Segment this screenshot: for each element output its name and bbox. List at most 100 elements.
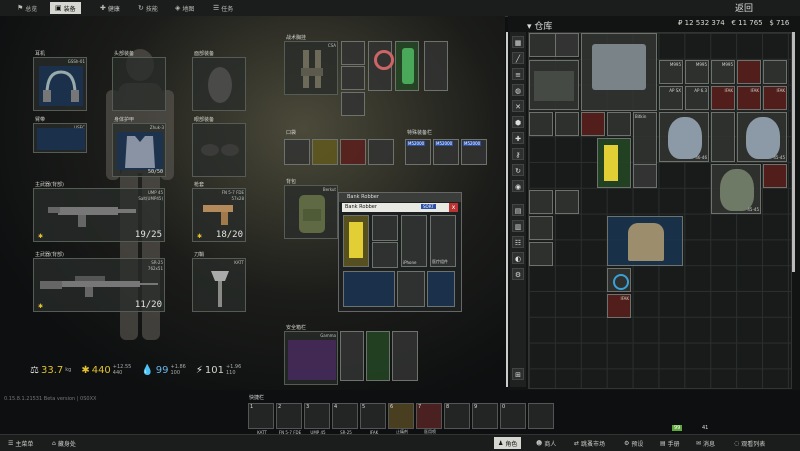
pocket-slot-4[interactable] (368, 139, 394, 165)
facecover-slot[interactable]: 面部装备 (192, 51, 246, 111)
back-button[interactable]: 返回 (735, 1, 753, 14)
stash-item-part-1[interactable] (529, 190, 553, 214)
filter-keys-icon[interactable]: ⚷ (512, 148, 524, 160)
grid-view-icon[interactable]: ⊞ (512, 368, 524, 380)
rig-item-tape[interactable] (368, 41, 394, 91)
secure-item-3[interactable] (392, 331, 418, 381)
tab-tasks[interactable]: ☰ 任务 (208, 2, 238, 14)
filter-food-icon[interactable]: ◉ (512, 180, 524, 192)
stash-item-weapon-case[interactable] (581, 33, 657, 111)
stash-item-meds[interactable] (555, 112, 579, 136)
quick-slot-3[interactable]: 3 UMP 45 (304, 403, 330, 435)
special-slot-2[interactable]: M52000 (433, 139, 459, 165)
stash-item-part-2[interactable] (555, 190, 579, 214)
stash-item-pills[interactable] (737, 60, 761, 84)
earpiece-slot[interactable]: 耳机 GSSh-01 (33, 51, 87, 111)
main-menu-button[interactable]: ☰ 主菜单 (4, 437, 37, 449)
stash-item-ammo-crate[interactable] (529, 60, 579, 110)
pocket-slot-3[interactable] (340, 139, 366, 165)
traders-button[interactable]: ☻ 商人 (532, 437, 560, 449)
popup-item-tools[interactable] (343, 271, 395, 307)
character-button[interactable]: ♟ 角色 (494, 437, 522, 449)
popup-item-2[interactable] (372, 242, 398, 268)
filter-all-icon[interactable]: ▦ (512, 36, 524, 48)
popup-item-gold[interactable] (343, 215, 369, 267)
quick-slot-4[interactable]: 4 SR-25 (332, 403, 358, 435)
tab-map[interactable]: ◈ 地图 (170, 2, 199, 14)
stash-item-tape-blue[interactable] (607, 268, 631, 292)
filter-electronics-icon[interactable]: ⚙ (512, 268, 524, 280)
headwear-slot[interactable]: 头部装备 (112, 51, 166, 111)
popup-item-6[interactable] (427, 271, 455, 307)
secondary-weapon-slot[interactable]: 主武器(背部) SR-25 762x51 ✱ 11/20 (33, 252, 165, 312)
stash-item-ammo-5[interactable]: AP 6.3 (685, 86, 709, 110)
stash-item-fuel[interactable] (711, 112, 735, 162)
quick-slot-10[interactable]: 0 (500, 403, 526, 429)
melee-slot[interactable]: 刀鞘 KATT (192, 252, 246, 312)
watchlist-button[interactable]: ◌ 观看列表 (730, 437, 769, 449)
stash-item-ifak-2[interactable]: IFAK (737, 86, 761, 110)
rig-item-tool[interactable] (424, 41, 448, 91)
stash-item-tape[interactable] (763, 60, 787, 84)
quick-slot-9[interactable]: 9 (472, 403, 498, 429)
stash-item-box[interactable] (555, 33, 579, 57)
quick-slot-11[interactable] (528, 403, 554, 429)
pocket-slot-1[interactable] (284, 139, 310, 165)
filter-barter-icon[interactable]: ↻ (512, 164, 524, 176)
presets-button[interactable]: ⚙ 预设 (620, 437, 647, 449)
stash-item-ammo-6[interactable] (607, 112, 631, 136)
tab-skills[interactable]: ↻ 技能 (133, 2, 163, 14)
stash-item-gold-bar[interactable] (597, 138, 631, 188)
primary-weapon-slot[interactable]: 主武器(背部) UMP 45 Salt(UMP45) ✱ 19/25 (33, 182, 165, 242)
stash-item-helmet-1[interactable]: 46-46 (659, 112, 709, 162)
stash-item-ifak-3[interactable]: IFAK (763, 86, 787, 110)
stash-item-part-3[interactable] (529, 216, 553, 240)
rig-item-case[interactable] (341, 92, 365, 116)
filter-ammo-icon[interactable]: ≡ (512, 68, 524, 80)
popup-item-5[interactable] (397, 271, 425, 307)
stash-item-ifak-4[interactable] (763, 164, 787, 188)
secure-container-slot[interactable]: 安全箱栏 Gamma (284, 325, 338, 385)
stash-item-statue[interactable] (607, 216, 683, 266)
sort-button[interactable]: SORT (421, 204, 436, 209)
filter-info-icon[interactable]: ▥ (512, 220, 524, 232)
special-slot-3[interactable]: M52000 (461, 139, 487, 165)
popup-item-4[interactable]: 医疗组件 (430, 215, 456, 267)
quick-slot-8[interactable]: 8 (444, 403, 470, 429)
filter-gear-icon[interactable]: ◍ (512, 84, 524, 96)
filter-misc-icon[interactable]: ◐ (512, 252, 524, 264)
rig-item-medkit[interactable] (341, 41, 365, 65)
stash-item-part-4[interactable] (529, 242, 553, 266)
armband-slot[interactable]: 臂带 USEC (33, 117, 87, 153)
flea-market-button[interactable]: ⇄ 跳蚤市场 (570, 437, 609, 449)
quick-slot-6[interactable]: 6 止痛剂 (388, 403, 414, 434)
pocket-slot-2[interactable] (312, 139, 338, 165)
filter-special-icon[interactable]: ☷ (512, 236, 524, 248)
stash-item-ifak-5[interactable]: IFAK (607, 294, 631, 318)
stash-item-ifak-1[interactable]: IFAK (711, 86, 735, 110)
popup-item-1[interactable] (372, 215, 398, 241)
filter-medical-icon[interactable]: ✚ (512, 132, 524, 144)
tactical-rig-slot[interactable]: 战术胸挂 CSA (284, 35, 338, 95)
rig-item-grenade[interactable] (341, 66, 365, 90)
popup-item-3[interactable]: iPhone (401, 215, 427, 267)
filter-mods-icon[interactable]: ⬢ (512, 116, 524, 128)
backpack-slot[interactable]: 背包 Berkut (284, 179, 338, 239)
stash-item-ammo-3[interactable]: M995 (711, 60, 735, 84)
rig-item-drink[interactable] (395, 41, 419, 91)
secure-item-2[interactable] (366, 331, 390, 381)
hideout-button[interactable]: ⌂ 藏身处 (48, 437, 80, 449)
stash-item-paper[interactable] (633, 164, 657, 188)
stash-item-helmet-3[interactable]: 45-45 (711, 164, 761, 214)
eyewear-slot[interactable]: 眼部装备 (192, 117, 246, 177)
stash-item-helmet-2[interactable]: 45-45 (737, 112, 787, 162)
tab-gear[interactable]: ▣ 装备 (50, 2, 81, 14)
tab-health[interactable]: ✚ 健康 (95, 2, 125, 14)
stash-item-ammo-2[interactable]: M995 (685, 60, 709, 84)
stash-item-ammo-4[interactable]: AP SX (659, 86, 683, 110)
filter-containers-icon[interactable]: ▤ (512, 204, 524, 216)
quick-slot-5[interactable]: 5 IFAK (360, 403, 386, 435)
quick-slot-1[interactable]: 1 KATT (248, 403, 274, 435)
filter-weapons-icon[interactable]: ╱ (512, 52, 524, 64)
holster-slot[interactable]: 枪套 FN 5-7 FDE 57x28 ✱ 18/20 (192, 182, 246, 242)
